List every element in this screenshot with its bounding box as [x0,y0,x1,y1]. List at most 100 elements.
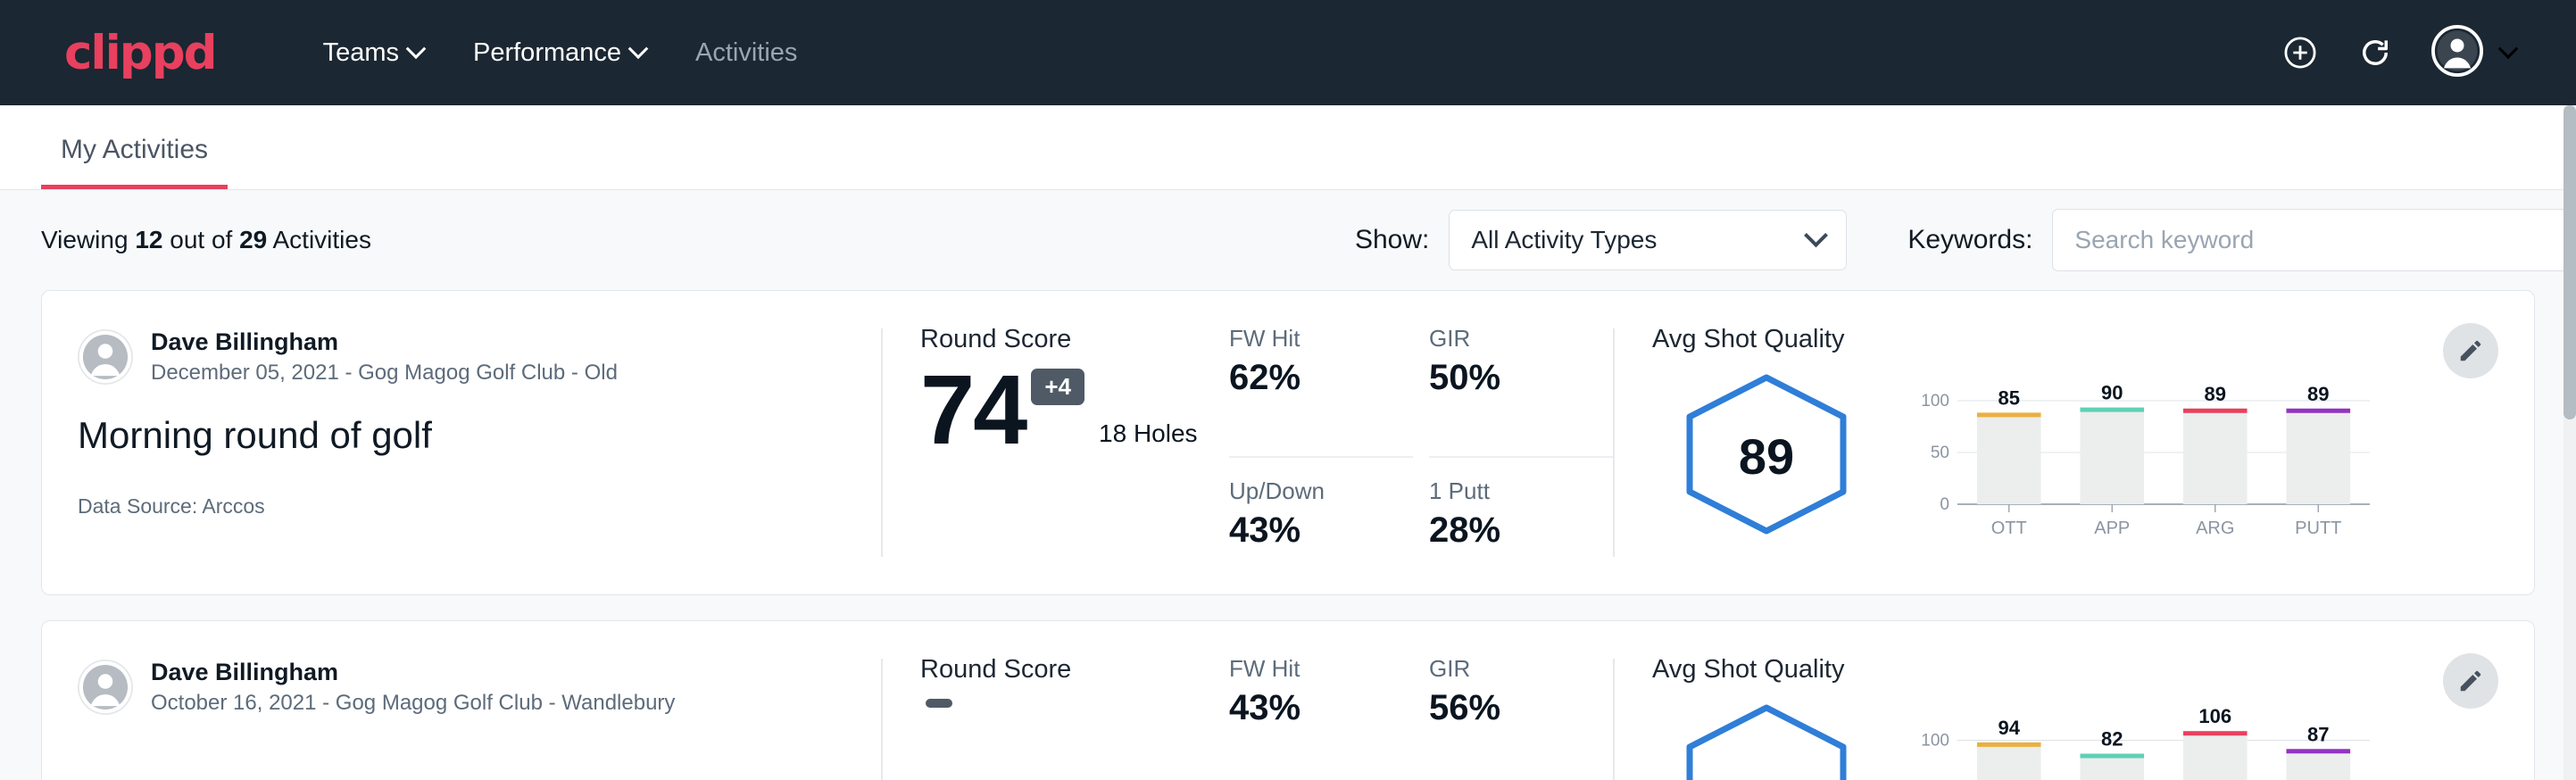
stats-grid: FW Hit 43% GIR 56% [1229,621,1613,780]
plus-circle-icon[interactable] [2281,34,2319,71]
edit-activity-button[interactable] [2443,653,2498,709]
activity-author-text: Dave Billingham December 05, 2021 - Gog … [151,328,618,386]
avg-shot-quality-label: Avg Shot Quality [1652,325,2534,354]
account-menu[interactable] [2431,25,2515,81]
stat-gir-label: GIR [1429,325,1579,353]
activity-type-select[interactable]: All Activity Types [1449,210,1847,270]
stat-gir: GIR 56% [1429,655,1613,780]
svg-text:89: 89 [2307,383,2329,405]
svg-text:100: 100 [1921,732,1949,751]
stat-fw-hit-label: FW Hit [1229,325,1379,353]
activity-author: Dave Billingham December 05, 2021 - Gog … [78,328,881,386]
stat-one-putt-label: 1 Putt [1429,477,1579,505]
nav-item-performance-label: Performance [473,38,621,68]
chevron-down-icon [406,38,427,59]
svg-text:PUTT: PUTT [2295,519,2341,538]
show-label: Show: [1355,225,1429,255]
activity-player-name: Dave Billingham [151,659,675,686]
svg-text:85: 85 [1998,386,2020,409]
stats-grid: FW Hit 62% GIR 50% Up/Down 43% 1 Putt 28… [1229,291,1613,594]
stat-gir: GIR 50% [1429,325,1613,458]
stat-fw-hit-label: FW Hit [1229,655,1379,683]
avatar [78,660,133,715]
activity-author: Dave Billingham October 16, 2021 - Gog M… [78,659,881,716]
nav-item-activities-label: Activities [695,38,797,68]
nav-item-teams[interactable]: Teams [298,29,448,77]
viewing-suffix: Activities [267,226,371,253]
svg-text:89: 89 [2205,383,2226,405]
round-score-row [920,686,1229,763]
avg-shot-quality-value [1677,701,1856,780]
stat-fw-hit-value: 62% [1229,358,1379,398]
nav-item-activities[interactable]: Activities [670,29,822,77]
viewing-total: 29 [239,226,267,253]
chevron-down-icon [628,38,649,59]
svg-text:50: 50 [1931,444,1949,462]
tab-strip: My Activities [0,105,2576,190]
stat-gir-value: 56% [1429,688,1579,728]
svg-text:94: 94 [1998,717,2021,739]
chevron-down-icon [1804,223,1828,247]
svg-text:APP: APP [2094,519,2130,538]
show-filter-group: Show: All Activity Types [1355,210,1847,270]
edit-activity-button[interactable] [2443,323,2498,378]
viewing-middle: out of [162,226,239,253]
activity-info-column: Dave Billingham December 05, 2021 - Gog … [42,291,881,594]
top-navigation-bar: clippd Teams Performance Activities [0,0,2576,105]
stat-gir-label: GIR [1429,655,1579,683]
stat-up-down-label: Up/Down [1229,477,1379,505]
score-to-par-badge: +4 [1031,369,1084,405]
svg-text:ARG: ARG [2196,519,2234,538]
refresh-icon[interactable] [2356,34,2394,71]
keywords-label: Keywords: [1907,225,2032,255]
nav-item-performance[interactable]: Performance [448,29,670,77]
page-scrollbar-thumb[interactable] [2564,105,2576,419]
activity-info-column: Dave Billingham October 16, 2021 - Gog M… [42,621,881,780]
activity-player-name: Dave Billingham [151,328,618,356]
avg-shot-quality-body: 05010094OTT82APP106ARG87PUTT [1652,693,2534,780]
stat-fw-hit: FW Hit 43% [1229,655,1413,780]
round-score-label: Round Score [920,325,1229,354]
account-avatar-icon [2431,25,2483,81]
keywords-group: Keywords: [1907,209,2576,271]
search-input[interactable] [2052,209,2576,271]
activity-author-text: Dave Billingham October 16, 2021 - Gog M… [151,659,675,716]
activity-meta: December 05, 2021 - Gog Magog Golf Club … [151,361,618,386]
clippd-logo[interactable]: clippd [64,26,216,80]
avg-shot-quality-value: 89 [1677,370,1856,543]
round-score-label: Round Score [920,655,1229,685]
avatar [78,329,133,385]
activity-data-source: Data Source: Arccos [78,494,881,519]
stat-fw-hit: FW Hit 62% [1229,325,1413,458]
round-score-column: Round Score 74 +4 18 Holes [883,291,1229,594]
holes-played: 18 Holes [1099,419,1198,448]
svg-text:106: 106 [2198,705,2231,727]
svg-text:100: 100 [1921,392,1949,411]
activity-card[interactable]: Dave Billingham December 05, 2021 - Gog … [41,290,2535,595]
round-score-row: 74 +4 18 Holes [920,356,1229,461]
page-scrollbar[interactable] [2564,105,2576,780]
activity-meta: October 16, 2021 - Gog Magog Golf Club -… [151,691,675,716]
nav-actions [2281,25,2515,81]
svg-text:90: 90 [2101,382,2123,404]
stat-one-putt: 1 Putt 28% [1429,458,1613,594]
activity-card[interactable]: Dave Billingham October 16, 2021 - Gog M… [41,620,2535,780]
svg-text:0: 0 [1940,495,1949,514]
svg-text:OTT: OTT [1991,519,2027,538]
stat-one-putt-value: 28% [1429,510,1579,551]
avg-shot-quality-column: Avg Shot Quality 89 0 50 100 85 OTT 90 APP 89 AR… [1615,291,2534,594]
filter-bar: Viewing 12 out of 29 Activities Show: Al… [0,190,2576,290]
stat-up-down: Up/Down 43% [1229,458,1413,594]
primary-nav-links: Teams Performance Activities [298,29,823,77]
svg-text:87: 87 [2307,723,2329,745]
shot-quality-bar-chart: 05010094OTT82APP106ARG87PUTT [1911,702,2534,780]
avg-shot-quality-hexagon: 89 [1677,370,1856,543]
avg-shot-quality-hexagon [1677,701,1856,780]
stat-fw-hit-value: 43% [1229,688,1379,728]
tab-my-activities[interactable]: My Activities [41,135,228,189]
activity-list: Dave Billingham December 05, 2021 - Gog … [0,290,2576,780]
activity-title: Morning round of golf [78,414,881,457]
chevron-down-icon [2498,38,2519,59]
activity-type-select-value: All Activity Types [1471,226,1657,254]
viewing-count: 12 [135,226,162,253]
